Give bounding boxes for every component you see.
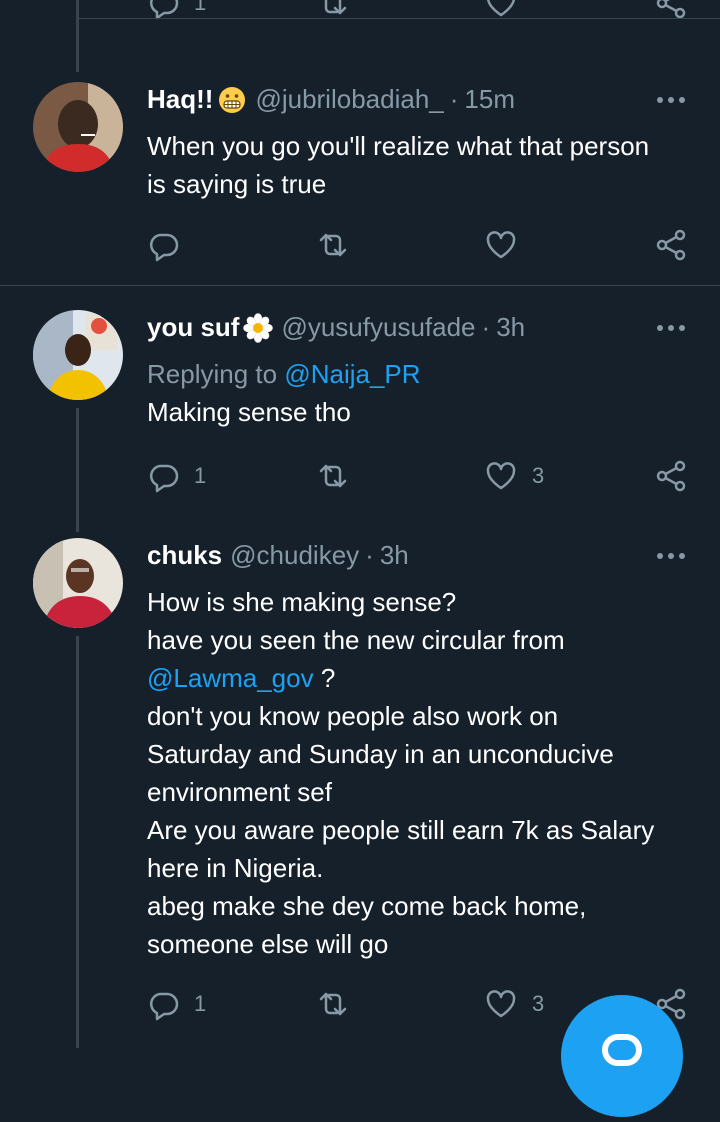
tweet-text-line: environment sef [147, 777, 332, 807]
retweet-button[interactable] [316, 459, 350, 493]
thread-line [76, 408, 79, 532]
more-options-button[interactable] [654, 90, 688, 110]
timestamp[interactable]: 15m [464, 84, 515, 115]
tweet-text-line: here in Nigeria. [147, 853, 324, 883]
more-options-button[interactable] [654, 318, 688, 338]
tweet-text: How is she making sense? have you seen t… [147, 583, 707, 963]
user-handle[interactable]: @chudikey [230, 540, 359, 571]
divider [76, 18, 720, 19]
like-count: 3 [532, 463, 545, 488]
separator-dot: · [481, 312, 491, 342]
share-icon [656, 229, 686, 261]
like-button[interactable]: 3 [484, 987, 544, 1021]
share-icon [656, 460, 686, 492]
retweet-icon [319, 992, 347, 1016]
timestamp[interactable]: 3h [496, 312, 525, 343]
share-button[interactable] [654, 459, 688, 493]
tweet-text-line: abeg make she dey come back home, [147, 891, 587, 921]
tweet-text: Replying to @Naija_PR Making sense tho [147, 355, 707, 431]
tweet-text-line: Saturday and Sunday in an unconducive [147, 739, 614, 769]
compose-icon [602, 1034, 642, 1066]
more-icon [657, 97, 685, 103]
reply-icon [150, 233, 179, 262]
retweet-button[interactable] [316, 228, 350, 262]
user-handle[interactable]: @yusufyusufade [281, 312, 475, 343]
mention-suffix: ? [313, 663, 336, 693]
thread-line [76, 636, 79, 1048]
tweet-text-line: Are you aware people still earn 7k as Sa… [147, 815, 655, 845]
like-button[interactable] [484, 228, 532, 262]
display-name[interactable]: Haq!! [147, 84, 213, 115]
tweet-text-line: Making sense tho [147, 397, 351, 427]
display-name[interactable]: you suf [147, 312, 239, 343]
tweet-text-line: How is she making sense? [147, 587, 457, 617]
top-reply-count: 1 [194, 0, 207, 15]
timestamp[interactable]: 3h [380, 540, 409, 571]
thread-line-top [76, 0, 79, 72]
avatar[interactable] [33, 310, 123, 400]
tweet-text-line: When you go you'll realize what that per… [147, 131, 650, 161]
like-button[interactable]: 3 [484, 459, 544, 493]
replying-to-line: Replying to @Naija_PR [147, 355, 707, 393]
mention-line: @Lawma_gov ? [147, 659, 707, 697]
grimacing-face-emoji [219, 86, 246, 113]
mention-link[interactable]: @Lawma_gov [147, 663, 314, 693]
more-icon [657, 553, 685, 559]
heart-icon [487, 0, 515, 17]
tweet-text-line: someone else will go [147, 929, 389, 959]
replying-to-label: Replying to [147, 359, 278, 389]
share-button[interactable] [654, 228, 688, 262]
divider [0, 285, 720, 286]
retweet-button[interactable] [316, 987, 350, 1021]
tweet-header: Haq!! @jubrilobadiah_ · 15m [147, 84, 515, 115]
retweet-icon [324, 0, 347, 15]
reply-button[interactable] [146, 228, 194, 262]
tweet-header: chuks @chudikey · 3h [147, 540, 409, 571]
reply-count: 1 [194, 463, 207, 488]
top-reply-action[interactable]: 1 [146, 0, 206, 20]
user-handle[interactable]: @jubrilobadiah_ [255, 84, 443, 115]
tweet-header: you suf @yusufyusufade · 3h [147, 312, 525, 343]
top-share-action[interactable] [654, 0, 688, 20]
avatar[interactable] [33, 538, 123, 628]
tweet-text-line: have you seen the new circular from [147, 625, 565, 655]
compose-button[interactable] [561, 995, 683, 1117]
separator-dot: · [449, 84, 459, 114]
blossom-emoji [243, 312, 274, 343]
tweet-text: When you go you'll realize what that per… [147, 127, 707, 203]
heart-icon [486, 990, 516, 1018]
reply-button[interactable]: 1 [146, 987, 206, 1021]
more-icon [657, 325, 685, 331]
reply-icon [150, 992, 179, 1021]
reply-count: 1 [194, 991, 207, 1016]
tweet-text-line: don't you know people also work on [147, 701, 559, 731]
reply-button[interactable]: 1 [146, 459, 206, 493]
top-like-action[interactable] [484, 0, 518, 20]
heart-icon [486, 462, 516, 490]
reply-mention-link[interactable]: @Naija_PR [284, 359, 420, 389]
separator-dot: · [365, 540, 374, 570]
display-name[interactable]: chuks [147, 540, 222, 571]
more-options-button[interactable] [654, 546, 688, 566]
tweet-text-line: is saying is true [147, 169, 327, 199]
reply-icon [150, 464, 179, 493]
share-icon [656, 0, 686, 19]
heart-icon [486, 231, 516, 259]
retweet-icon [319, 464, 347, 488]
reply-icon [150, 0, 179, 20]
avatar[interactable] [33, 82, 123, 172]
like-count: 3 [532, 991, 545, 1016]
top-retweet-action[interactable] [316, 0, 350, 20]
retweet-icon [319, 233, 347, 257]
